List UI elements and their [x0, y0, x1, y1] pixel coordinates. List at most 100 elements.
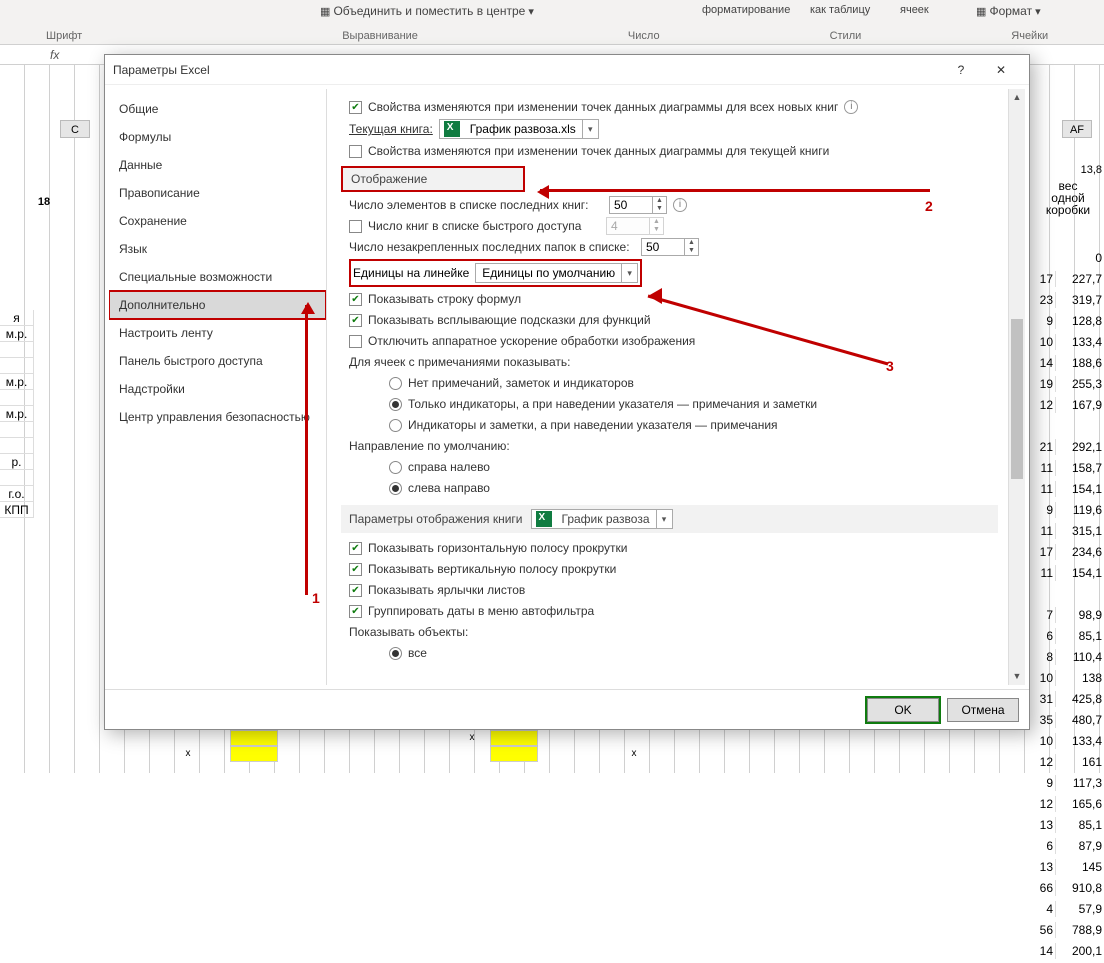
close-icon: ✕ — [996, 63, 1006, 77]
nav-item[interactable]: Язык — [109, 235, 326, 263]
section-book-display: Параметры отображения книги График разво… — [341, 505, 998, 533]
column-header-af[interactable]: AF — [1062, 120, 1092, 138]
nav-item[interactable]: Дополнительно — [109, 291, 326, 319]
nav-item[interactable]: Правописание — [109, 179, 326, 207]
annotation-number-2: 2 — [925, 198, 933, 214]
label: Свойства изменяются при изменении точек … — [368, 144, 829, 158]
radio-no-comments[interactable] — [389, 377, 402, 390]
radio-rtl[interactable] — [389, 461, 402, 474]
nav-item[interactable]: Общие — [109, 95, 326, 123]
radio-ltr[interactable] — [389, 482, 402, 495]
radio-indicators-only[interactable] — [389, 398, 402, 411]
annotation-number-1: 1 — [312, 590, 320, 606]
right-top-val: 13,8 — [1081, 164, 1102, 176]
cancel-button[interactable]: Отмена — [947, 698, 1019, 722]
ribbon-group-align: Выравнивание — [342, 30, 418, 42]
checkbox-vscroll[interactable] — [349, 563, 362, 576]
ribbon-group-cells: Ячейки — [1011, 30, 1048, 42]
ribbon-cond-format[interactable]: форматирование — [702, 4, 790, 16]
unpinned-spinner[interactable]: ▲▼ — [641, 238, 699, 256]
scroll-down-icon[interactable]: ▼ — [1009, 668, 1025, 685]
ribbon-group-font: Шрифт — [46, 30, 82, 42]
current-book-combo[interactable]: График развоза.xls ▾ — [439, 119, 599, 139]
scroll-up-icon[interactable]: ▲ — [1009, 89, 1025, 106]
nav-item[interactable]: Центр управления безопасностью — [109, 403, 326, 431]
ribbon-format[interactable]: ▦ Формат ▾ — [976, 4, 1041, 18]
checkbox-show-formula-bar[interactable] — [349, 293, 362, 306]
ribbon-group-styles: Стили — [830, 30, 862, 42]
options-content: Свойства изменяются при изменении точек … — [331, 89, 1008, 685]
chevron-down-icon: ▾ — [621, 264, 637, 282]
annotation-arrow-3 — [648, 290, 898, 370]
checkbox-chart-props-current[interactable] — [349, 145, 362, 158]
label: Свойства изменяются при изменении точек … — [368, 100, 838, 114]
recent-docs-spinner[interactable]: ▲▼ — [609, 196, 667, 214]
chevron-down-icon: ▾ — [582, 120, 598, 138]
dialog-titlebar: Параметры Excel ? ✕ — [105, 55, 1029, 85]
ruler-units-row: Единицы на линейке Единицы по умолчанию … — [349, 259, 642, 287]
cell-value-18: 18 — [32, 196, 56, 212]
options-nav: ОбщиеФормулыДанныеПравописаниеСохранение… — [109, 89, 327, 685]
nav-item[interactable]: Сохранение — [109, 207, 326, 235]
label-quick-books: Число книг в списке быстрого доступа — [368, 219, 606, 233]
label-unpinned: Число незакрепленных последних папок в с… — [349, 240, 641, 254]
chevron-down-icon: ▾ — [656, 510, 672, 528]
label-recent-docs: Число элементов в списке последних книг: — [349, 198, 609, 212]
label-current-book: Текущая книга: — [349, 122, 433, 136]
left-labels: ям.р.м.р.м.р.р.г.о.КПП — [0, 310, 34, 518]
x-mark: x — [176, 746, 200, 762]
excel-file-icon — [536, 511, 552, 527]
nav-item[interactable]: Настроить ленту — [109, 319, 326, 347]
annotation-number-3: 3 — [886, 358, 894, 374]
label-comments-head: Для ячеек с примечаниями показывать: — [349, 355, 571, 369]
quick-books-spinner[interactable]: ▲▼ — [606, 217, 664, 235]
right-header: весоднойкоробки — [1032, 180, 1104, 216]
checkbox-quick-books[interactable] — [349, 220, 362, 233]
help-button[interactable]: ? — [941, 56, 981, 84]
nav-item[interactable]: Данные — [109, 151, 326, 179]
info-icon[interactable]: i — [673, 198, 687, 212]
ribbon-group-number: Число — [628, 30, 660, 42]
info-icon[interactable]: i — [844, 100, 858, 114]
label-direction-head: Направление по умолчанию: — [349, 439, 510, 453]
ribbon-as-table[interactable]: как таблицу — [810, 4, 870, 16]
nav-item[interactable]: Панель быстрого доступа — [109, 347, 326, 375]
checkbox-show-tooltips[interactable] — [349, 314, 362, 327]
annotation-arrow-2 — [540, 189, 930, 192]
section-display: Отображение — [343, 168, 523, 190]
nav-item[interactable]: Специальные возможности — [109, 263, 326, 291]
close-button[interactable]: ✕ — [981, 56, 1021, 84]
checkbox-hscroll[interactable] — [349, 542, 362, 555]
ribbon-merge-center[interactable]: ▦ Объединить и поместить в центре ▾ — [320, 4, 534, 18]
checkbox-disable-hw-accel[interactable] — [349, 335, 362, 348]
book-display-combo[interactable]: График развоза ▾ — [531, 509, 673, 529]
ok-button[interactable]: OK — [867, 698, 939, 722]
column-header-c[interactable]: C — [60, 120, 90, 138]
scroll-thumb[interactable] — [1011, 319, 1023, 479]
radio-indicators-and-notes[interactable] — [389, 419, 402, 432]
ruler-units-combo[interactable]: Единицы по умолчанию ▾ — [475, 263, 638, 283]
excel-options-dialog: Параметры Excel ? ✕ ОбщиеФормулыДанныеПр… — [104, 54, 1030, 730]
dialog-footer: OK Отмена — [105, 689, 1029, 729]
nav-item[interactable]: Формулы — [109, 123, 326, 151]
yellow-cell — [490, 730, 538, 746]
nav-item[interactable]: Надстройки — [109, 375, 326, 403]
x-mark: x — [622, 746, 646, 762]
content-scrollbar[interactable]: ▲ ▼ — [1008, 89, 1025, 685]
yellow-cell — [230, 746, 278, 762]
excel-file-icon — [444, 121, 460, 137]
right-data-column: 017227,723319,79128,810133,414188,619255… — [1032, 246, 1104, 963]
checkbox-sheet-tabs[interactable] — [349, 584, 362, 597]
ribbon-cell-styles[interactable]: ячеек — [900, 4, 929, 16]
dialog-title: Параметры Excel — [113, 63, 941, 77]
label-ruler-units: Единицы на линейке — [353, 266, 469, 280]
x-mark: x — [460, 730, 484, 746]
yellow-cell — [230, 730, 278, 746]
label-objects-head: Показывать объекты: — [349, 625, 468, 639]
checkbox-chart-props-all[interactable] — [349, 101, 362, 114]
radio-objects-all[interactable] — [389, 647, 402, 660]
ribbon: Шрифт Выравнивание Число Стили Ячейки ▦ … — [0, 0, 1104, 45]
annotation-arrow-1 — [305, 305, 308, 595]
yellow-cell — [490, 746, 538, 762]
checkbox-group-dates[interactable] — [349, 605, 362, 618]
